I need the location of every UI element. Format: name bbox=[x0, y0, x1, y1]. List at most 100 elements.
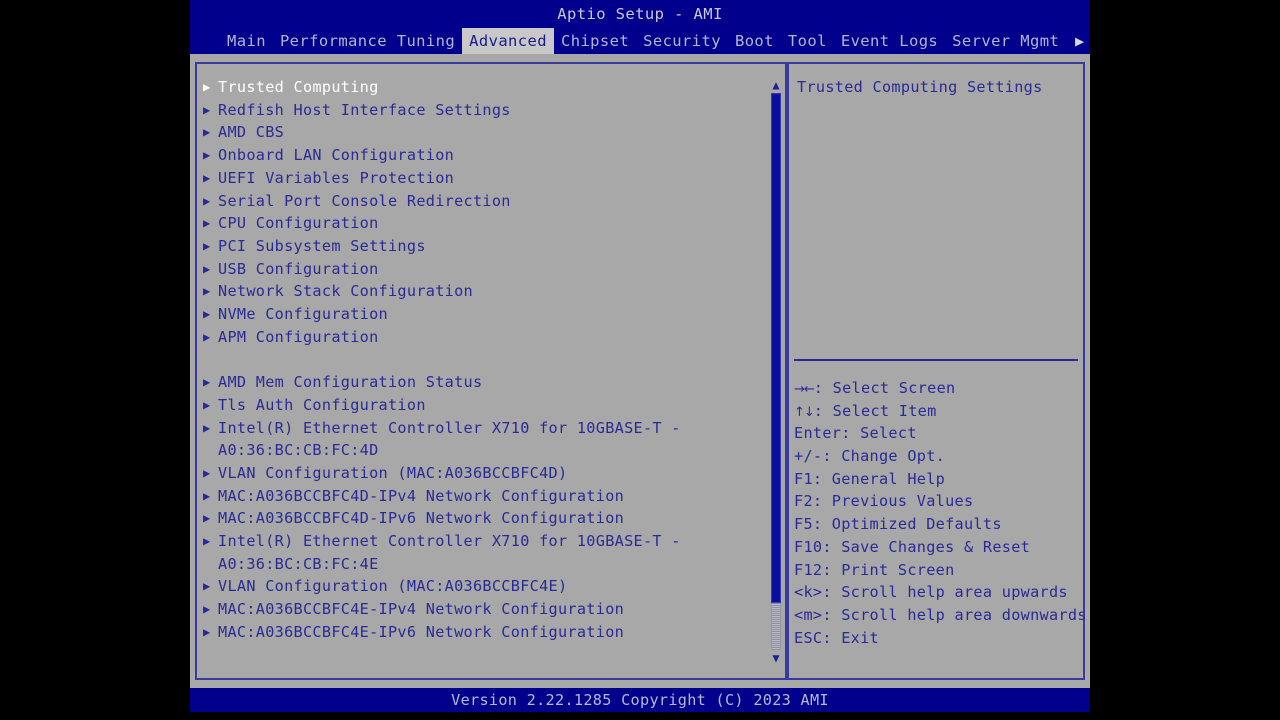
help-key-row: F2: Previous Values bbox=[794, 490, 1079, 513]
menu-item[interactable]: ▶ Intel(R) Ethernet Controller X710 for 1… bbox=[197, 417, 785, 440]
tab-performance-tuning[interactable]: Performance Tuning bbox=[273, 28, 462, 54]
scroll-up-arrow-icon[interactable]: ▲ bbox=[769, 79, 783, 91]
help-key-row: F5: Optimized Defaults bbox=[794, 513, 1079, 536]
submenu-arrow-icon: ▶ bbox=[203, 534, 211, 548]
submenu-arrow-icon: ▶ bbox=[203, 284, 211, 299]
menu-item[interactable]: ▶ MAC:A036BCCBFC4D-IPv4 Network Configura… bbox=[197, 485, 785, 508]
menu-scrollbar[interactable]: ▲ ▼ bbox=[767, 67, 785, 677]
menu-item-label: A0:36:BC:CB:FC:4D bbox=[218, 441, 379, 460]
menu-item-label: Redfish Host Interface Settings bbox=[218, 100, 511, 119]
submenu-arrow-icon: ▶ bbox=[203, 602, 211, 617]
menu-item[interactable]: ▶ AMD CBS bbox=[197, 121, 785, 144]
help-key-row: <k>: Scroll help area upwards bbox=[794, 581, 1079, 604]
help-key-text: F5: Optimized Defaults bbox=[794, 515, 1002, 534]
help-key-text: F1: General Help bbox=[794, 469, 946, 488]
menu-item-label: MAC:A036BCCBFC4D-IPv4 Network Configurat… bbox=[218, 486, 625, 505]
menu-item-label: A0:36:BC:CB:FC:4E bbox=[218, 554, 379, 573]
menu-spacer bbox=[197, 348, 785, 371]
tab-server-mgmt[interactable]: Server Mgmt bbox=[945, 28, 1066, 54]
submenu-arrow-icon: ▶ bbox=[203, 375, 211, 390]
footer-version: Version 2.22.1285 Copyright (C) 2023 AMI bbox=[190, 688, 1090, 712]
scroll-down-arrow-icon[interactable]: ▼ bbox=[769, 652, 783, 664]
tab-main[interactable]: Main bbox=[220, 28, 273, 54]
submenu-arrow-icon: ▶ bbox=[203, 420, 211, 435]
menu-item-label: CPU Configuration bbox=[218, 214, 379, 233]
help-panel: Trusted Computing Settings →←: Select Sc… bbox=[787, 62, 1086, 680]
menu-item-label: USB Configuration bbox=[218, 259, 379, 278]
help-key-row: F1: General Help bbox=[794, 468, 1079, 491]
help-key-row: Enter: Select bbox=[794, 422, 1079, 445]
menu-item-label: MAC:A036BCCBFC4E-IPv6 Network Configurat… bbox=[218, 622, 625, 641]
menu-item[interactable]: ▶ Network Stack Configuration bbox=[197, 280, 785, 303]
menu-item-label: Serial Port Console Redirection bbox=[218, 191, 511, 210]
menu-item[interactable]: ▶ Onboard LAN Configuration bbox=[197, 144, 785, 167]
submenu-arrow-icon: ▶ bbox=[203, 488, 211, 503]
submenu-arrow-icon: ▶ bbox=[203, 80, 211, 94]
tab-security[interactable]: Security bbox=[636, 28, 728, 54]
menu-item[interactable]: ▶ Trusted Computing bbox=[197, 76, 785, 99]
menu-item[interactable]: ▶ VLAN Configuration (MAC:A036BCCBFC4D) bbox=[197, 462, 785, 485]
tabbar-underline bbox=[190, 54, 1090, 62]
submenu-arrow-icon: ▶ bbox=[203, 193, 211, 208]
help-key-row: F12: Print Screen bbox=[794, 559, 1079, 582]
menu-item[interactable]: A0:36:BC:CB:FC:4D bbox=[197, 439, 785, 462]
tab-bar: Main Performance Tuning Advanced Chipset Sec… bbox=[190, 28, 1090, 54]
help-key-text: F2: Previous Values bbox=[794, 492, 974, 511]
menu-item-label: Intel(R) Ethernet Controller X710 for 10… bbox=[218, 532, 681, 550]
menu-item-label: VLAN Configuration (MAC:A036BCCBFC4E) bbox=[218, 577, 568, 596]
menu-item[interactable]: ▶ APM Configuration bbox=[197, 326, 785, 349]
menu-item-label: Tls Auth Configuration bbox=[218, 395, 426, 414]
menu-item[interactable]: ▶ Intel(R) Ethernet Controller X710 for 1… bbox=[197, 530, 785, 553]
help-key-row: ESC: Exit bbox=[794, 627, 1079, 650]
menu-item[interactable]: ▶ MAC:A036BCCBFC4D-IPv6 Network Configura… bbox=[197, 507, 785, 530]
menu-item[interactable]: ▶ AMD Mem Configuration Status bbox=[197, 371, 785, 394]
help-key-text: F12: Print Screen bbox=[794, 560, 955, 579]
menu-item[interactable]: ▶ Tls Auth Configuration bbox=[197, 394, 785, 417]
submenu-arrow-icon: ▶ bbox=[203, 397, 211, 412]
submenu-arrow-icon: ▶ bbox=[203, 148, 211, 163]
menu-item-label: AMD Mem Configuration Status bbox=[218, 373, 483, 392]
menu-item-label: VLAN Configuration (MAC:A036BCCBFC4D) bbox=[218, 463, 568, 482]
help-key-text: +/-: Change Opt. bbox=[794, 447, 946, 466]
menu-item[interactable]: ▶ MAC:A036BCCBFC4E-IPv6 Network Configura… bbox=[197, 621, 785, 644]
menu-item[interactable]: ▶ NVMe Configuration bbox=[197, 303, 785, 326]
menu-item[interactable]: ▶ UEFI Variables Protection bbox=[197, 167, 785, 190]
menu-item[interactable]: ▶ Serial Port Console Redirection bbox=[197, 190, 785, 213]
help-key-text: ESC: Exit bbox=[794, 628, 879, 647]
submenu-arrow-icon: ▶ bbox=[203, 261, 211, 276]
help-key-row: <m>: Scroll help area downwards bbox=[794, 604, 1086, 627]
help-key-row: +/-: Change Opt. bbox=[794, 445, 1079, 468]
help-key-list: →←: Select Screen ↑↓: Select Item Enter: S… bbox=[794, 377, 1086, 650]
submenu-arrow-icon: ▶ bbox=[203, 511, 211, 526]
help-key-text: Enter: Select bbox=[794, 424, 917, 443]
help-key-text: : Select Item bbox=[813, 401, 937, 420]
menu-item-label: MAC:A036BCCBFC4D-IPv6 Network Configurat… bbox=[218, 509, 625, 528]
menu-item-label: APM Configuration bbox=[218, 327, 379, 346]
submenu-arrow-icon: ▶ bbox=[203, 307, 211, 321]
tab-overflow-right-icon[interactable]: ▶ bbox=[1075, 28, 1084, 54]
tab-advanced[interactable]: Advanced bbox=[462, 28, 554, 54]
menu-item[interactable]: ▶ VLAN Configuration (MAC:A036BCCBFC4E) bbox=[197, 575, 785, 598]
help-separator bbox=[794, 359, 1078, 361]
menu-item[interactable]: ▶ PCI Subsystem Settings bbox=[197, 235, 785, 258]
menu-item[interactable]: ▶ MAC:A036BCCBFC4E-IPv4 Network Configura… bbox=[197, 598, 785, 621]
menu-item[interactable]: ▶ CPU Configuration bbox=[197, 212, 785, 235]
bios-screen: Aptio Setup - AMI Main Performance Tuning… bbox=[0, 0, 1280, 720]
menu-list: ▶ Trusted Computing ▶ Redfish Host Interfac… bbox=[197, 64, 785, 678]
help-key-text: : Select Screen bbox=[813, 379, 956, 397]
submenu-arrow-icon: ▶ bbox=[203, 465, 211, 480]
submenu-arrow-icon: ▶ bbox=[203, 238, 211, 253]
menu-item[interactable]: ▶ Redfish Host Interface Settings bbox=[197, 99, 785, 122]
menu-item[interactable]: A0:36:BC:CB:FC:4E bbox=[197, 553, 785, 576]
tab-event-logs[interactable]: Event Logs bbox=[834, 28, 945, 54]
tab-boot[interactable]: Boot bbox=[728, 28, 781, 54]
help-key-text: <m>: Scroll help area downwards bbox=[794, 605, 1087, 624]
tab-chipset[interactable]: Chipset bbox=[554, 28, 636, 54]
menu-item-label: Trusted Computing bbox=[218, 78, 379, 96]
menu-item[interactable]: ▶ USB Configuration bbox=[197, 258, 785, 281]
scrollbar-thumb[interactable] bbox=[771, 93, 781, 603]
tab-tool[interactable]: Tool bbox=[781, 28, 834, 54]
menu-item-label: MAC:A036BCCBFC4E-IPv4 Network Configurat… bbox=[218, 600, 625, 619]
help-key-row: F10: Save Changes & Reset bbox=[794, 536, 1079, 559]
menu-item-label: Intel(R) Ethernet Controller X710 for 10… bbox=[218, 418, 681, 437]
